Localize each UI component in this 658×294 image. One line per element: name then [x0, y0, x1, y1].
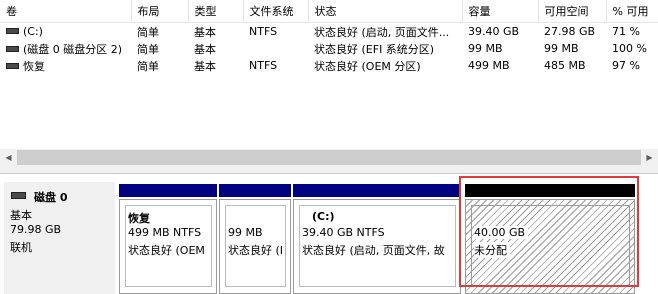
disk-kind: 基本 [10, 209, 32, 222]
partition-type-bar [293, 184, 461, 197]
volume-capacity: 99 MB [468, 42, 503, 55]
volume-list: 卷 布局 类型 文件系统 状态 容量 可用空间 % 可用 (C:) 简单 基本 … [0, 0, 658, 74]
volume-row[interactable]: (C:) 简单 基本 NTFS 状态良好 (启动, 页面文件... 39.40 … [0, 23, 658, 41]
partition-type-bar [219, 184, 291, 197]
volume-status: 状态良好 (EFI 系统分区) [314, 42, 435, 56]
partition-details: 40.00 GB 未分配 [471, 205, 630, 287]
volume-free-space: 99 MB [544, 42, 579, 55]
volume-status: 状态良好 (启动, 页面文件... [314, 25, 450, 39]
partition-status: 状态良好 (I [228, 244, 284, 257]
volume-free-space: 27.98 GB [544, 25, 596, 38]
volume-name-cell: (C:) [0, 23, 131, 41]
volume-percent-free: 71 % [612, 25, 640, 38]
volume-filesystem: NTFS [249, 59, 278, 72]
partition-details: 99 MB 状态良好 (I [225, 205, 286, 287]
partition-size: 39.40 GB NTFS [302, 226, 385, 239]
disk-name: 磁盘 0 [34, 191, 68, 204]
partition-status: 未分配 [474, 242, 510, 258]
partition-status: 状态良好 (启动, 页面文件, 故 [302, 244, 445, 257]
column-header-row: 卷 布局 类型 文件系统 状态 容量 可用空间 % 可用 [0, 0, 658, 23]
partition-body: 恢复 499 MB NTFS 状态良好 (OEM [119, 199, 217, 294]
disk-graphical-view: 磁盘 0 基本 79.98 GB 联机 恢复 499 MB NTFS 状态良好 … [0, 174, 658, 294]
volume-row[interactable]: (磁盘 0 磁盘分区 2) 简单 基本 状态良好 (EFI 系统分区) 99 M… [0, 40, 658, 57]
partition-size: 40.00 GB [474, 226, 529, 239]
pane-splitter[interactable] [0, 166, 658, 174]
disk-state: 联机 [10, 241, 32, 254]
disk-volume-icon [6, 45, 19, 52]
volume-filesystem [243, 40, 308, 57]
column-header-free-space[interactable]: 可用空间 [538, 0, 607, 23]
volume-layout: 简单 [137, 59, 159, 73]
partition-type-bar [465, 184, 635, 197]
partition-unallocated[interactable]: 40.00 GB 未分配 [465, 182, 635, 294]
hard-disk-icon [11, 192, 26, 199]
disk-volume-icon [6, 62, 19, 69]
column-header-layout[interactable]: 布局 [131, 0, 189, 23]
horizontal-scrollbar[interactable]: ◀ ▶ [0, 149, 658, 166]
chevron-left-icon[interactable]: ◀ [0, 149, 17, 166]
volume-free-space: 485 MB [544, 59, 586, 72]
column-header-type[interactable]: 类型 [188, 0, 244, 23]
partition-body: 99 MB 状态良好 (I [219, 199, 291, 294]
column-header-filesystem[interactable]: 文件系统 [243, 0, 309, 23]
partition-name: (C:) [312, 210, 335, 223]
volume-row[interactable]: 恢复 简单 基本 NTFS 状态良好 (OEM 分区) 499 MB 485 M… [0, 57, 658, 74]
volume-percent-free: 100 % [612, 42, 647, 55]
partition-status: 状态良好 (OEM [128, 244, 205, 257]
volume-name: 恢复 [23, 59, 45, 73]
partition-details: 恢复 499 MB NTFS 状态良好 (OEM [125, 205, 212, 287]
volume-status: 状态良好 (OEM 分区) [314, 59, 421, 73]
volume-name-cell: 恢复 [0, 57, 131, 74]
scrollbar-thumb[interactable] [17, 150, 641, 165]
volume-capacity: 39.40 GB [468, 25, 520, 38]
volume-filesystem: NTFS [249, 25, 278, 38]
column-header-percent-free[interactable]: % 可用 [606, 0, 658, 23]
column-header-volume[interactable]: 卷 [0, 0, 132, 23]
volume-capacity: 499 MB [468, 59, 510, 72]
volume-type: 基本 [194, 42, 216, 56]
volume-name-cell: (磁盘 0 磁盘分区 2) [0, 40, 131, 57]
volume-layout: 简单 [137, 25, 159, 39]
column-header-capacity[interactable]: 容量 [462, 0, 539, 23]
partition-c[interactable]: (C:) 39.40 GB NTFS 状态良好 (启动, 页面文件, 故 [293, 182, 461, 294]
partition-body: (C:) 39.40 GB NTFS 状态良好 (启动, 页面文件, 故 [293, 199, 461, 294]
volume-name: (C:) [23, 25, 43, 38]
partition-efi[interactable]: 99 MB 状态良好 (I [219, 182, 291, 294]
volume-type: 基本 [194, 25, 216, 39]
partition-type-bar [119, 184, 217, 197]
partition-body: 40.00 GB 未分配 [465, 199, 635, 294]
volume-type: 基本 [194, 59, 216, 73]
disk-size: 79.98 GB [10, 223, 62, 236]
partition-name: 恢复 [128, 212, 150, 225]
column-header-status[interactable]: 状态 [308, 0, 463, 23]
partition-size: 499 MB NTFS [128, 226, 202, 239]
partition-details: (C:) 39.40 GB NTFS 状态良好 (启动, 页面文件, 故 [299, 205, 456, 287]
partition-size: 99 MB [228, 226, 263, 239]
disk-volume-icon [6, 28, 19, 34]
disk-info-panel[interactable]: 磁盘 0 基本 79.98 GB 联机 [4, 182, 115, 294]
chevron-right-icon[interactable]: ▶ [641, 149, 658, 166]
volume-layout: 简单 [137, 42, 159, 56]
partition-recovery[interactable]: 恢复 499 MB NTFS 状态良好 (OEM [119, 182, 217, 294]
volume-name: (磁盘 0 磁盘分区 2) [23, 42, 123, 56]
volume-percent-free: 97 % [612, 59, 640, 72]
